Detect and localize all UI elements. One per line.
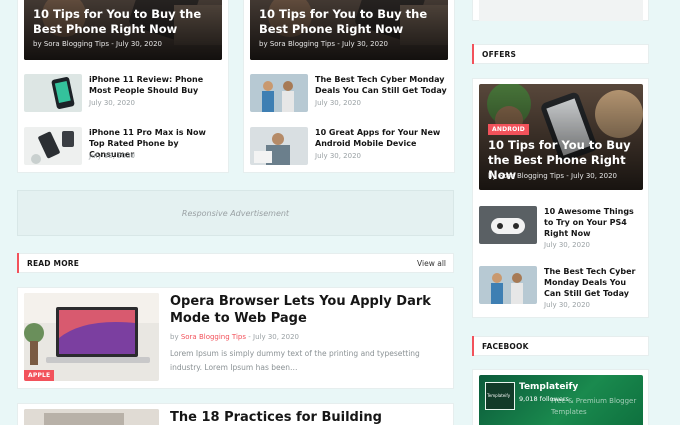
- accent-bar: [17, 253, 19, 273]
- ps4-controller-photo: [479, 206, 537, 244]
- laptop-photo: [24, 293, 159, 381]
- post-thumbnail-large[interactable]: [24, 409, 159, 425]
- post-date: July 30, 2020: [253, 333, 300, 341]
- post-date: July 30, 2020: [89, 99, 135, 107]
- post-thumbnail-large[interactable]: APPLE: [24, 293, 159, 381]
- post-thumbnail[interactable]: [479, 266, 537, 304]
- offers-header: OFFERS: [472, 44, 649, 64]
- featured-post-title[interactable]: 10 Tips for You to Buy the Best Phone Ri…: [259, 7, 444, 37]
- post-title[interactable]: iPhone 11 Review: Phone Most People Shou…: [89, 74, 224, 96]
- page-name[interactable]: Templateify: [519, 382, 578, 392]
- sidebar-placeholder: [479, 0, 643, 21]
- page-logo: Templateify: [485, 382, 515, 410]
- featured-post-meta: by Sora Blogging Tips - July 30, 2020: [488, 172, 618, 180]
- post-date: July 30, 2020: [315, 152, 361, 160]
- post-date: July 30, 2020: [89, 152, 135, 160]
- post-thumbnail[interactable]: [479, 206, 537, 244]
- post-date: July 30, 2020: [315, 99, 361, 107]
- post-meta: by Sora Blogging Tips - July 30, 2020: [170, 333, 300, 341]
- ad-slot[interactable]: Responsive Advertisement: [17, 190, 454, 236]
- post-title[interactable]: 10 Awesome Things to Try on Your PS4 Rig…: [544, 206, 644, 239]
- post-title[interactable]: The 18 Practices for Building Responsive: [170, 409, 450, 425]
- post-date: July 30, 2020: [544, 241, 590, 249]
- post-thumbnail[interactable]: [250, 127, 308, 165]
- post-thumbnail[interactable]: [24, 74, 82, 112]
- offers-title: OFFERS: [482, 50, 517, 59]
- post-thumbnail[interactable]: [24, 127, 82, 165]
- post-title[interactable]: The Best Tech Cyber Monday Deals You Can…: [544, 266, 644, 299]
- accent-bar: [472, 44, 474, 64]
- post-snippet: Lorem Ipsum is simply dummy text of the …: [170, 349, 420, 372]
- ad-label: Responsive Advertisement: [181, 209, 290, 218]
- facebook-page-plugin[interactable]: Templateify Free & Premium Blogger Templ…: [479, 375, 643, 425]
- follower-count: 9,018 followers: [519, 395, 569, 403]
- view-all-link[interactable]: View all: [417, 259, 446, 268]
- featured-post-meta: by Sora Blogging Tips - July 30, 2020: [259, 40, 389, 48]
- post-label-badge[interactable]: APPLE: [24, 370, 55, 381]
- post-date: July 30, 2020: [544, 301, 590, 309]
- post-title[interactable]: Opera Browser Lets You Apply Dark Mode t…: [170, 293, 450, 327]
- post-title[interactable]: 10 Great Apps for Your New Android Mobil…: [315, 127, 450, 149]
- featured-post-meta: by Sora Blogging Tips - July 30, 2020: [33, 40, 163, 48]
- category-badge[interactable]: ANDROID: [488, 124, 529, 135]
- facebook-header: FACEBOOK: [472, 336, 649, 356]
- facebook-title: FACEBOOK: [482, 342, 529, 351]
- read-more-title: READ MORE: [27, 259, 80, 268]
- post-thumbnail[interactable]: [250, 74, 308, 112]
- featured-post-title[interactable]: 10 Tips for You to Buy the Best Phone Ri…: [33, 7, 218, 37]
- accent-bar: [472, 336, 474, 356]
- post-author[interactable]: Sora Blogging Tips: [181, 333, 246, 341]
- read-more-header: READ MORE View all: [17, 253, 454, 273]
- post-title[interactable]: The Best Tech Cyber Monday Deals You Can…: [315, 74, 450, 96]
